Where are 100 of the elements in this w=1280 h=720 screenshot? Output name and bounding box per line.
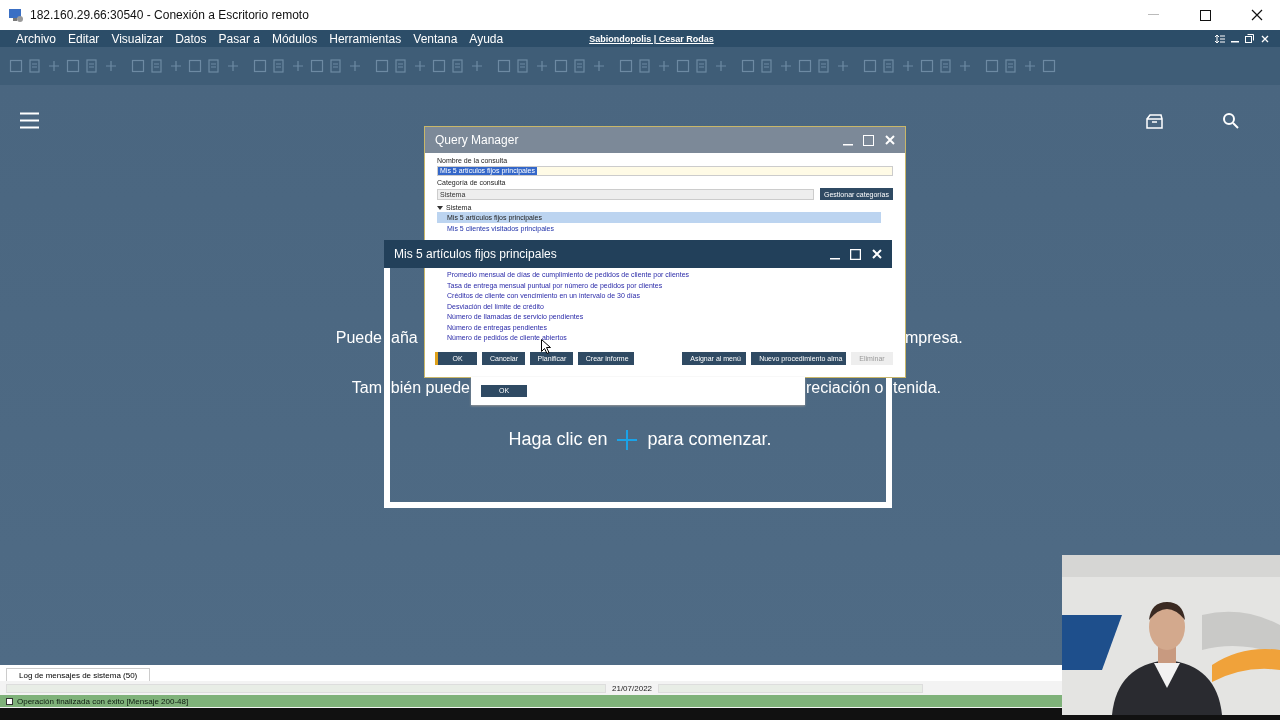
- toolbar-icon[interactable]: [553, 58, 569, 74]
- toolbar-icon[interactable]: [309, 58, 325, 74]
- toolbar-icon[interactable]: [328, 58, 344, 74]
- menu-item[interactable]: Pasar a: [212, 30, 266, 47]
- menu-item[interactable]: Editar: [62, 30, 106, 47]
- toolbar-icon[interactable]: [984, 58, 1000, 74]
- box-icon[interactable]: [1146, 114, 1163, 129]
- toolbar-icon[interactable]: [797, 58, 813, 74]
- cursor-icon: [541, 339, 551, 354]
- toolbar-icon[interactable]: [656, 58, 672, 74]
- toolbar-icon[interactable]: [103, 58, 119, 74]
- menu-item[interactable]: Ayuda: [463, 30, 510, 47]
- toolbar-icon[interactable]: [374, 58, 390, 74]
- close-icon: [1251, 9, 1263, 21]
- prompt-text: para comenzar.: [647, 429, 772, 450]
- toolbar-icon[interactable]: [919, 58, 935, 74]
- toolbar-icon[interactable]: [84, 58, 100, 74]
- restore-icon: [1245, 34, 1254, 43]
- toolbar-icon[interactable]: [637, 58, 653, 74]
- minimize-icon: [842, 143, 853, 146]
- menu-icon[interactable]: [20, 112, 39, 129]
- intro-text: mpresa.: [905, 329, 963, 347]
- window-title: Query Manager: [435, 133, 520, 147]
- toolbar-icon[interactable]: [431, 58, 447, 74]
- menu-item[interactable]: Módulos: [265, 30, 324, 47]
- status-date: 21/07/2022: [612, 683, 653, 693]
- minimize-icon: [829, 257, 840, 260]
- toolbar-icon[interactable]: [46, 58, 62, 74]
- toolbar-icon[interactable]: [957, 58, 973, 74]
- toolbar-icon[interactable]: [1022, 58, 1038, 74]
- close-icon: [1260, 34, 1269, 43]
- intro-text: Tam: [351, 379, 382, 397]
- log-tab[interactable]: Log de mensajes de sistema (50): [6, 668, 151, 681]
- toolbar-icon[interactable]: [759, 58, 775, 74]
- toolbar-icon[interactable]: [8, 58, 24, 74]
- toolbar-icon[interactable]: [740, 58, 756, 74]
- menu-item[interactable]: Ventana: [407, 30, 464, 47]
- menu-item[interactable]: Visualizar: [105, 30, 170, 47]
- toolbar-icon[interactable]: [450, 58, 466, 74]
- intro-text: bién puede: [390, 379, 470, 397]
- toolbar-icon[interactable]: [27, 58, 43, 74]
- maximize-icon: [850, 248, 861, 260]
- toolbar-icon[interactable]: [862, 58, 878, 74]
- toolbar-icon[interactable]: [469, 58, 485, 74]
- toolbar-icon[interactable]: [713, 58, 729, 74]
- toolbar-icon[interactable]: [618, 58, 634, 74]
- close-icon: [884, 135, 895, 145]
- toolbar-icon[interactable]: [938, 58, 954, 74]
- toolbar-icon[interactable]: [290, 58, 306, 74]
- toolbar-icon[interactable]: [881, 58, 897, 74]
- plus-icon[interactable]: [617, 429, 638, 450]
- toolbar-icon[interactable]: [187, 58, 203, 74]
- toolbar-icon[interactable]: [149, 58, 165, 74]
- status-message: Operación finalizada con éxito [Mensaje 200-48]: [17, 696, 189, 706]
- minimize-icon: [1147, 14, 1159, 16]
- toolbar-icon[interactable]: [1041, 58, 1057, 74]
- sort-icon: [1214, 33, 1225, 44]
- close-icon: [871, 249, 882, 259]
- menu-item[interactable]: Archivo: [10, 30, 62, 47]
- monitor-icon: [8, 7, 24, 23]
- toolbar-icon[interactable]: [271, 58, 287, 74]
- toolbar-icon[interactable]: [534, 58, 550, 74]
- toolbar-icon[interactable]: [591, 58, 607, 74]
- maximize-icon: [1199, 9, 1211, 21]
- restore-button[interactable]: [1242, 31, 1257, 46]
- toolbar-icon[interactable]: [778, 58, 794, 74]
- minimize-icon: [1230, 41, 1239, 43]
- toolbar-icon[interactable]: [412, 58, 428, 74]
- intro-text: aña: [391, 329, 418, 347]
- expanded-arrow-icon[interactable]: [437, 204, 443, 211]
- toolbar-icon[interactable]: [130, 58, 146, 74]
- toolbar-icon[interactable]: [252, 58, 268, 74]
- intro-text: Puede: [335, 329, 382, 347]
- intro-text: tenida.: [893, 379, 942, 397]
- toolbar-icon[interactable]: [900, 58, 916, 74]
- toolbar-icon[interactable]: [168, 58, 184, 74]
- toolbar-icon[interactable]: [694, 58, 710, 74]
- window-title: 182.160.29.66:30540 - Conexión a Escritorio remoto: [30, 8, 310, 22]
- intro-text: reciación o: [806, 379, 884, 397]
- toolbar-icon[interactable]: [393, 58, 409, 74]
- user-link[interactable]: Sabiondopolis | Cesar Rodas: [589, 33, 1212, 44]
- window-title: Mis 5 artículos fijos principales: [394, 247, 558, 261]
- toolbar-icon[interactable]: [572, 58, 588, 74]
- toolbar-icon[interactable]: [347, 58, 363, 74]
- maximize-icon: [863, 134, 874, 146]
- menu-item[interactable]: Herramientas: [323, 30, 408, 47]
- toolbar-icon[interactable]: [1003, 58, 1019, 74]
- search-icon[interactable]: [1223, 113, 1239, 129]
- toolbar-icon[interactable]: [225, 58, 241, 74]
- toolbar-icon[interactable]: [675, 58, 691, 74]
- info-icon: [6, 697, 13, 705]
- toolbar-icon[interactable]: [206, 58, 222, 74]
- prompt-text: Haga clic en: [508, 429, 608, 450]
- toolbar-icon[interactable]: [65, 58, 81, 74]
- toolbar-icon[interactable]: [496, 58, 512, 74]
- toolbar-icon[interactable]: [835, 58, 851, 74]
- toolbar-icon[interactable]: [816, 58, 832, 74]
- menu-item[interactable]: Datos: [169, 30, 213, 47]
- toolbar-icon[interactable]: [515, 58, 531, 74]
- maximize-button[interactable]: [848, 246, 863, 262]
